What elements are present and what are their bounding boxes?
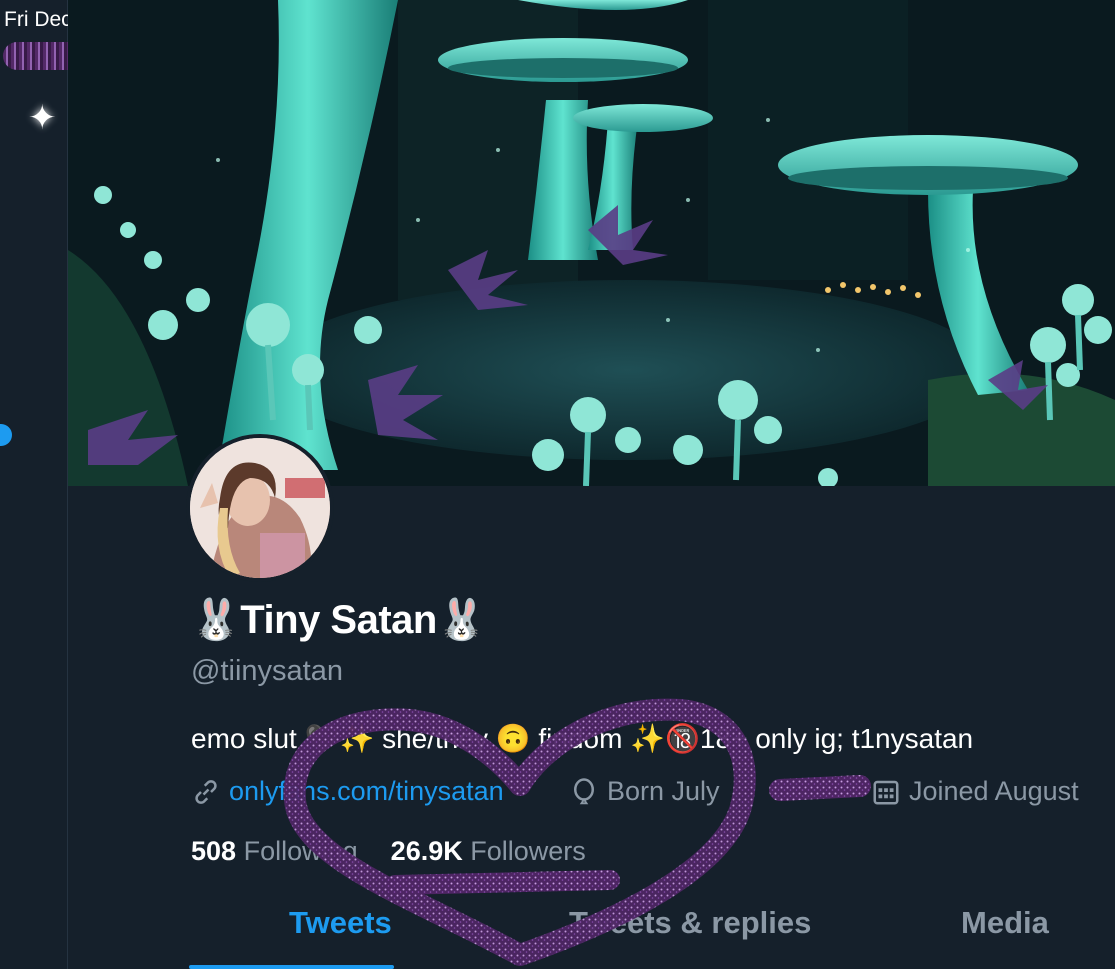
website-link[interactable]: onlyfans.com/tinysatan	[229, 776, 504, 807]
avatar-photo	[190, 438, 330, 578]
active-tab-indicator	[189, 965, 394, 969]
tab-media[interactable]: Media	[961, 905, 1049, 941]
tab-tweets[interactable]: Tweets	[289, 905, 392, 941]
joined-text: Joined August	[909, 776, 1079, 806]
followers-label: Followers	[470, 836, 586, 866]
sidebar	[0, 0, 68, 969]
birthday-text: Born July	[607, 776, 720, 806]
display-name: 🐰Tiny Satan🐰	[191, 598, 487, 642]
following-count: 508	[191, 836, 237, 866]
followers-link[interactable]: 26.9K Followers	[391, 836, 586, 866]
profile-tabs: Tweets Tweets & replies Media	[189, 905, 1115, 969]
tab-tweets-replies[interactable]: Tweets & replies	[569, 905, 811, 941]
following-link[interactable]: 508 Following	[191, 836, 358, 866]
followers-count: 26.9K	[390, 836, 463, 866]
bio: emo slut 🖤✨ she/they 🙃 findom ✨🔞18+ only…	[191, 723, 974, 754]
following-label: Following	[243, 836, 358, 866]
profile-banner[interactable]	[68, 0, 1115, 486]
birthday-item: Born July	[569, 776, 720, 807]
handle: @tiinysatan	[191, 655, 343, 687]
avatar[interactable]	[186, 434, 334, 582]
sparkle-icon: ✦	[28, 99, 57, 137]
mushroom-forest-illustration	[68, 0, 1115, 486]
website-item[interactable]: onlyfans.com/tinysatan	[191, 776, 504, 807]
follow-counts: 508 Following 26.9K Followers	[191, 836, 586, 867]
link-icon	[195, 779, 217, 804]
calendar-icon	[873, 780, 899, 804]
balloon-icon	[574, 777, 594, 804]
joined-item: Joined August	[871, 776, 1079, 807]
